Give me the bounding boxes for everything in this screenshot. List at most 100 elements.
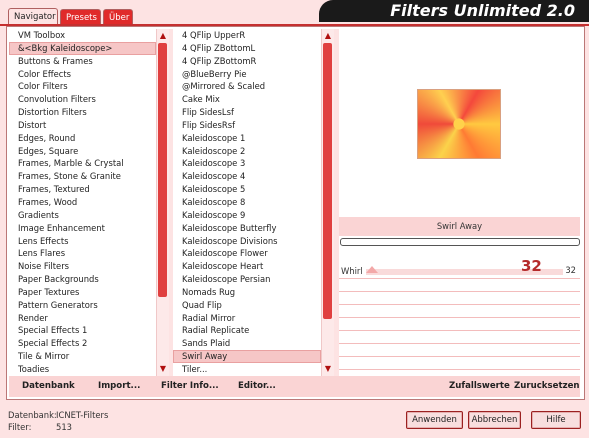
list-item[interactable]: @BlueBerry Pie: [173, 68, 321, 81]
list-item[interactable]: Flip SidesRsf: [173, 119, 321, 132]
tab-ueber-label: Über: [109, 13, 130, 23]
selected-filter-name: Swirl Away: [339, 217, 580, 236]
list-item[interactable]: Kaleidoscope 2: [173, 145, 321, 158]
list-item[interactable]: Paper Backgrounds: [9, 273, 156, 286]
cancel-button[interactable]: Abbrechen: [468, 411, 521, 429]
list-item[interactable]: @Mirrored & Scaled: [173, 80, 321, 93]
list-item[interactable]: Frames, Wood: [9, 196, 156, 209]
list-item[interactable]: Frames, Stone & Granite: [9, 170, 156, 183]
list-item[interactable]: Kaleidoscope 1: [173, 132, 321, 145]
list-item[interactable]: 4 QFlip ZBottomR: [173, 55, 321, 68]
list-item[interactable]: Kaleidoscope 3: [173, 157, 321, 170]
list-item[interactable]: Image Enhancement: [9, 222, 156, 235]
status-datenbank: Datenbank: ICNET-Filters: [8, 410, 108, 420]
list-item[interactable]: Render: [9, 312, 156, 325]
list-item[interactable]: VM Toolbox: [9, 29, 156, 42]
list-item[interactable]: Kaleidoscope 9: [173, 209, 321, 222]
tab-ueber[interactable]: Über: [103, 9, 133, 25]
scroll-down-icon[interactable]: ▼: [157, 364, 169, 374]
status-filter: Filter: 513: [8, 422, 72, 432]
list-item[interactable]: Paper Textures: [9, 286, 156, 299]
category-scrollbar[interactable]: ▲ ▼: [156, 29, 169, 376]
list-item[interactable]: Kaleidoscope 4: [173, 170, 321, 183]
param-row-divider: [339, 278, 580, 279]
parameter-area: Whirl 32 32: [339, 251, 580, 376]
list-item[interactable]: Radial Mirror: [173, 312, 321, 325]
filter-list[interactable]: 4 QFlip UpperR 4 QFlip ZBottomL 4 QFlip ZB…: [173, 29, 321, 376]
list-item[interactable]: 4 QFlip ZBottomL: [173, 42, 321, 55]
param-row-divider: [339, 304, 580, 305]
editor-button[interactable]: Editor...: [238, 381, 276, 391]
list-item[interactable]: Lens Flares: [9, 247, 156, 260]
scroll-down-icon[interactable]: ▼: [322, 364, 334, 374]
list-item[interactable]: Special Effects 1: [9, 324, 156, 337]
filter-scrollbar[interactable]: ▲ ▼: [321, 29, 334, 376]
list-item[interactable]: Kaleidoscope 8: [173, 196, 321, 209]
apply-button[interactable]: Anwenden: [406, 411, 463, 429]
param-row-divider: [339, 369, 580, 370]
import-button[interactable]: Import...: [98, 381, 140, 391]
status-datenbank-label: Datenbank:: [8, 410, 57, 420]
list-item[interactable]: Tiler...: [173, 363, 321, 376]
tab-presets[interactable]: Presets: [60, 9, 101, 25]
list-item[interactable]: Kaleidoscope Heart: [173, 260, 321, 273]
list-item[interactable]: Distort: [9, 119, 156, 132]
bottom-toolbar: Datenbank Import... Filter Info... Edito…: [9, 376, 580, 397]
preview-image: [417, 89, 501, 159]
zuruecksetzen-button[interactable]: Zurucksetzen: [514, 381, 580, 391]
tab-presets-label: Presets: [66, 13, 97, 23]
list-item[interactable]: Cake Mix: [173, 93, 321, 106]
list-item[interactable]: Flip SidesLsf: [173, 106, 321, 119]
datenbank-button[interactable]: Datenbank: [22, 381, 75, 391]
progress-bar: [340, 238, 580, 246]
list-item[interactable]: Toadies: [9, 363, 156, 376]
list-item[interactable]: Pattern Generators: [9, 299, 156, 312]
list-item[interactable]: Color Effects: [9, 68, 156, 81]
list-item[interactable]: Buttons & Frames: [9, 55, 156, 68]
param-row-divider: [339, 291, 580, 292]
list-item[interactable]: Convolution Filters: [9, 93, 156, 106]
list-item[interactable]: Kaleidoscope Divisions: [173, 235, 321, 248]
list-item[interactable]: Tile & Mirror: [9, 350, 156, 363]
category-list[interactable]: VM Toolbox &<Bkg Kaleidoscope> Buttons & F…: [9, 29, 156, 376]
category-scroll-thumb[interactable]: [158, 43, 167, 297]
list-item[interactable]: Kaleidoscope Flower: [173, 247, 321, 260]
param-row-divider: [339, 330, 580, 331]
list-item[interactable]: Noise Filters: [9, 260, 156, 273]
list-item[interactable]: Kaleidoscope Butterfly: [173, 222, 321, 235]
list-item[interactable]: 4 QFlip UpperR: [173, 29, 321, 42]
list-item[interactable]: &<Bkg Kaleidoscope>: [9, 41, 156, 55]
list-item[interactable]: Special Effects 2: [9, 337, 156, 350]
status-filter-value: 513: [56, 422, 72, 432]
list-item[interactable]: Color Filters: [9, 80, 156, 93]
list-item[interactable]: Edges, Round: [9, 132, 156, 145]
app-title: Filters Unlimited 2.0: [390, 1, 575, 20]
param-row-divider: [339, 317, 580, 318]
status-filter-label: Filter:: [8, 422, 32, 432]
list-item[interactable]: Frames, Textured: [9, 183, 156, 196]
list-item[interactable]: Sands Plaid: [173, 337, 321, 350]
list-item[interactable]: Quad Flip: [173, 299, 321, 312]
list-item[interactable]: Radial Replicate: [173, 324, 321, 337]
param-whirl-big-value: 32: [521, 257, 542, 275]
list-item[interactable]: Swirl Away: [173, 350, 321, 363]
status-datenbank-value: ICNET-Filters: [56, 410, 109, 420]
filter-info-button[interactable]: Filter Info...: [161, 381, 219, 391]
scroll-up-icon[interactable]: ▲: [157, 31, 169, 41]
list-item[interactable]: Edges, Square: [9, 145, 156, 158]
list-item[interactable]: Gradients: [9, 209, 156, 222]
help-button[interactable]: Hilfe: [531, 411, 581, 429]
list-item[interactable]: Distortion Filters: [9, 106, 156, 119]
list-item[interactable]: Nomads Rug: [173, 286, 321, 299]
zufallswerte-button[interactable]: Zufallswerte: [449, 381, 510, 391]
filter-scroll-thumb[interactable]: [323, 43, 332, 319]
list-item[interactable]: Frames, Marble & Crystal: [9, 157, 156, 170]
slider-knob-icon[interactable]: [366, 266, 378, 273]
list-item[interactable]: Lens Effects: [9, 235, 156, 248]
param-row-divider: [339, 343, 580, 344]
param-whirl-label: Whirl: [341, 266, 363, 276]
scroll-up-icon[interactable]: ▲: [322, 31, 334, 41]
list-item[interactable]: Kaleidoscope 5: [173, 183, 321, 196]
param-row-divider: [339, 356, 580, 357]
list-item[interactable]: Kaleidoscope Persian: [173, 273, 321, 286]
